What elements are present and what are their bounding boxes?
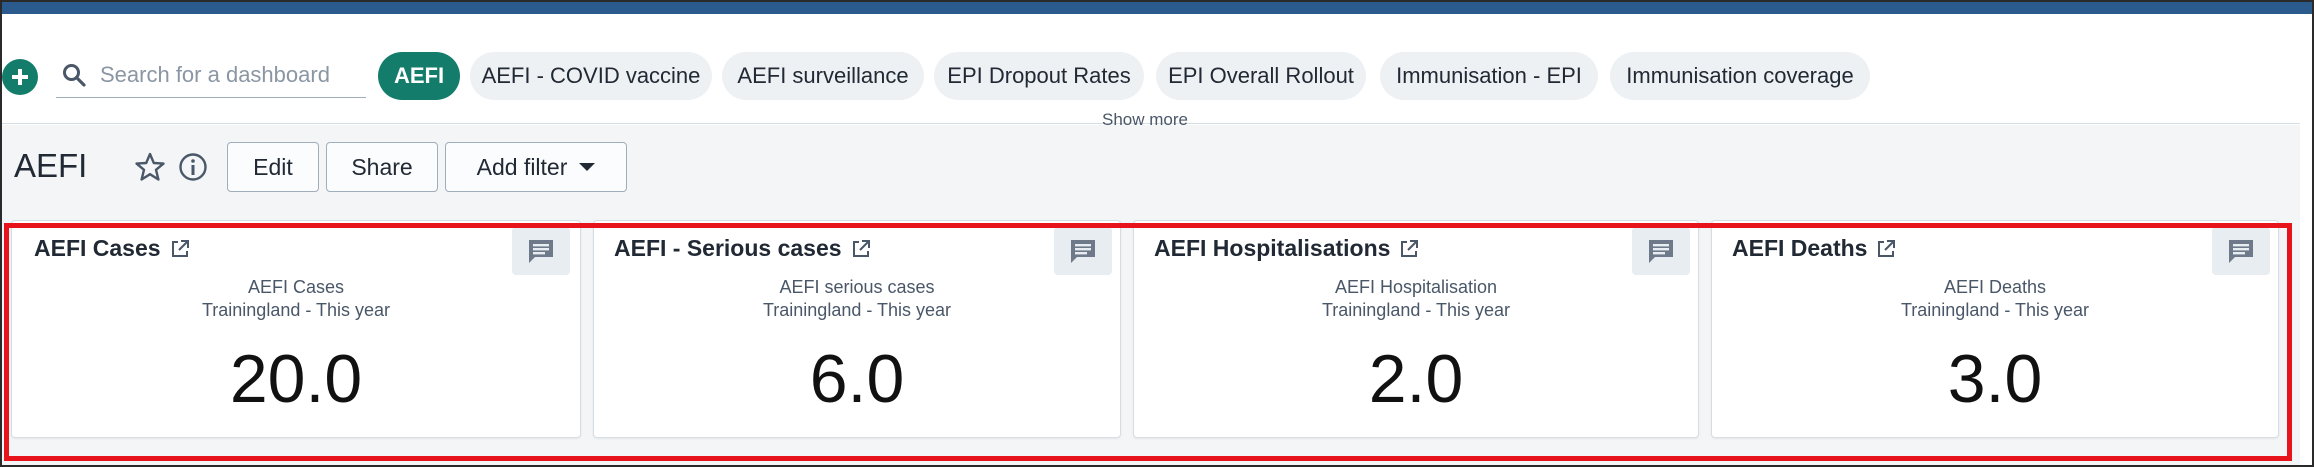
card-title-text: AEFI - Serious cases <box>614 235 842 261</box>
card-title-text: AEFI Deaths <box>1732 235 1868 261</box>
interpretations-button[interactable] <box>1054 227 1112 275</box>
card-value: 2.0 <box>1368 341 1464 417</box>
share-button[interactable]: Share <box>326 142 438 192</box>
dashboard-control-bar: AEFI AEFI - COVID vaccine AEFI surveilla… <box>0 14 2300 129</box>
search-input[interactable] <box>100 61 350 88</box>
card-title[interactable]: AEFI Deaths <box>1732 235 1897 262</box>
add-filter-label: Add filter <box>476 153 568 180</box>
dashboard-title-bar: AEFI Edit Share Add filter <box>0 125 2300 215</box>
card-title-text: AEFI Hospitalisations <box>1154 235 1391 261</box>
card-period: Trainingland - This year <box>762 300 952 320</box>
add-filter-button[interactable]: Add filter <box>445 142 627 192</box>
plus-icon <box>12 69 28 85</box>
external-link-icon <box>852 239 870 257</box>
search-icon <box>58 59 90 91</box>
header-strip <box>0 0 2314 14</box>
chip-immunisation-epi[interactable]: Immunisation - EPI <box>1380 52 1598 100</box>
external-link-icon <box>171 239 189 257</box>
search-box <box>56 52 366 98</box>
comment-icon <box>1649 240 1673 263</box>
dashboard-item-card: AEFI Hospitalisations AEFI Hospitalisati… <box>1134 221 1698 437</box>
info-icon[interactable] <box>177 151 209 183</box>
chip-aefi[interactable]: AEFI <box>378 52 460 100</box>
add-dashboard-button[interactable] <box>2 59 38 95</box>
card-value: 6.0 <box>809 341 905 417</box>
card-title[interactable]: AEFI Cases <box>34 235 191 262</box>
chip-epi-dropout-rates[interactable]: EPI Dropout Rates <box>934 52 1144 100</box>
card-subtitle: AEFI Hospitalisation <box>1334 277 1498 297</box>
card-period: Trainingland - This year <box>201 300 391 320</box>
chip-epi-overall-rollout[interactable]: EPI Overall Rollout <box>1156 52 1366 100</box>
app-root: AEFI AEFI - COVID vaccine AEFI surveilla… <box>0 0 2314 467</box>
caret-down-icon <box>579 163 596 171</box>
card-value: 3.0 <box>1947 341 2043 417</box>
card-title[interactable]: AEFI - Serious cases <box>614 235 872 262</box>
interpretations-button[interactable] <box>512 227 570 275</box>
chip-immunisation-coverage[interactable]: Immunisation coverage <box>1610 52 1870 100</box>
chip-aefi-covid-vaccine[interactable]: AEFI - COVID vaccine <box>470 52 712 100</box>
comment-icon <box>1071 240 1095 263</box>
external-link-icon <box>1878 239 1896 257</box>
edit-button[interactable]: Edit <box>227 142 319 192</box>
chip-aefi-surveillance[interactable]: AEFI surveillance <box>722 52 924 100</box>
card-subtitle: AEFI Deaths <box>1943 277 2047 297</box>
card-subtitle: AEFI serious cases <box>779 277 935 297</box>
dashboard-page: AEFI Edit Share Add filter AEFI Cases AE… <box>0 125 2300 465</box>
external-link-icon <box>1401 239 1419 257</box>
card-subtitle: AEFI Cases <box>247 277 345 297</box>
dashboard-title: AEFI <box>14 147 88 184</box>
interpretations-button[interactable] <box>1632 227 1690 275</box>
dashboard-item-card: AEFI Deaths AEFI Deaths Trainingland - T… <box>1712 221 2278 437</box>
interpretations-button[interactable] <box>2212 227 2270 275</box>
card-title-text: AEFI Cases <box>34 235 161 261</box>
card-title[interactable]: AEFI Hospitalisations <box>1154 235 1420 262</box>
dashboard-item-card: AEFI - Serious cases AEFI serious cases … <box>594 221 1120 437</box>
card-period: Trainingland - This year <box>1900 300 2090 320</box>
comment-icon <box>529 240 553 263</box>
star-icon[interactable] <box>134 151 166 183</box>
dashboard-item-card: AEFI Cases AEFI Cases Trainingland - Thi… <box>12 221 580 437</box>
card-value: 20.0 <box>229 341 363 417</box>
comment-icon <box>2229 240 2253 263</box>
card-period: Trainingland - This year <box>1321 300 1511 320</box>
